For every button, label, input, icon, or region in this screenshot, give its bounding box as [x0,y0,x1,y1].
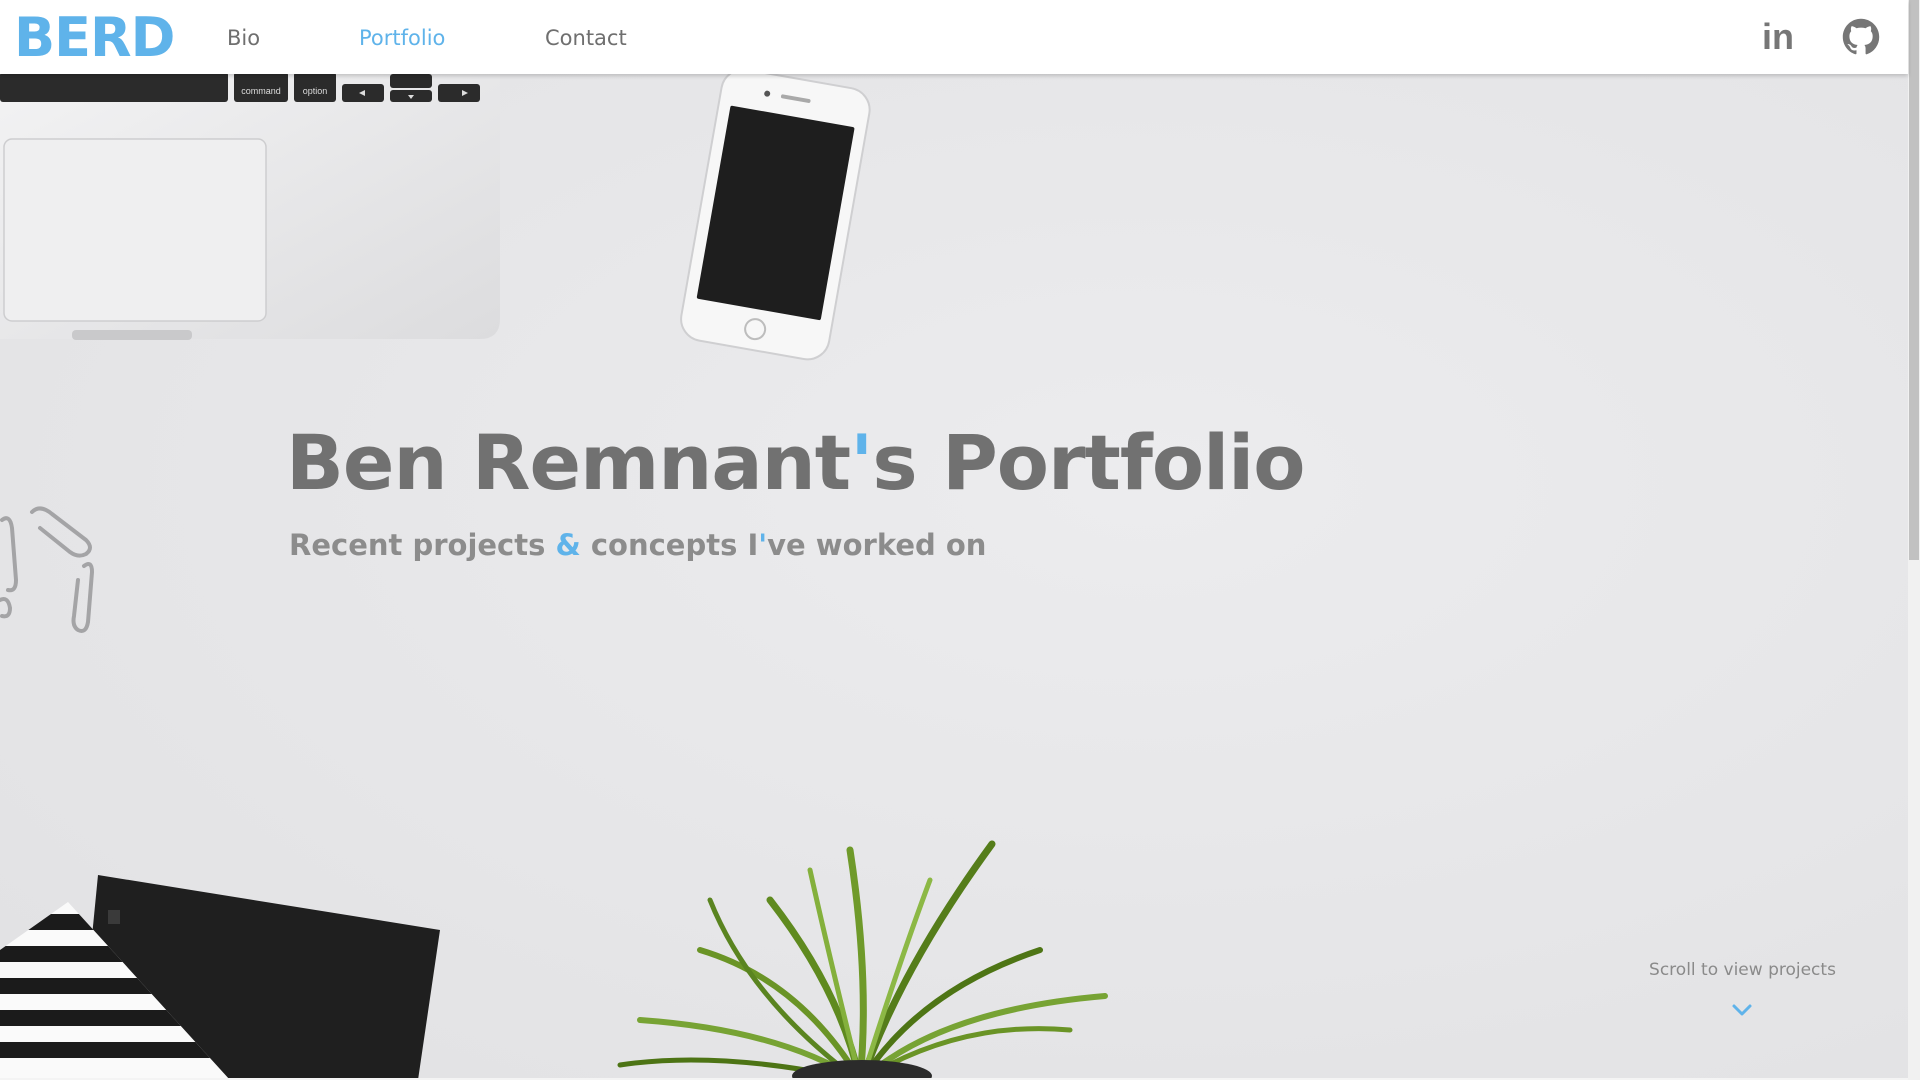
laptop-image: command option [0,64,500,340]
page-title: Ben Remnant's Portfolio [286,418,1305,507]
paper-clips-image [0,506,95,633]
hero-section: command option Ben Remnant's Portfolio R… [0,0,1908,1080]
nav-item-bio[interactable]: Bio [227,26,260,50]
page-subtitle: Recent projects & concepts I've worked o… [289,528,987,562]
linkedin-icon: in [1762,16,1794,57]
github-link[interactable] [1842,18,1880,56]
phone-image [680,68,871,361]
command-key-label: command [241,86,281,96]
scrollbar-thumb[interactable] [1909,0,1919,560]
nav-item-portfolio[interactable]: Portfolio [359,26,445,50]
github-icon [1842,18,1880,55]
chevron-down-icon[interactable] [1731,1002,1753,1018]
logo-link[interactable]: BERD [14,6,175,69]
top-navbar: BERD Bio Portfolio Contact in [0,0,1908,74]
option-key-label: option [303,86,328,96]
notebook-image [0,875,440,1080]
plant-image [617,840,1108,1080]
scroll-hint-text[interactable]: Scroll to view projects [1615,960,1870,980]
linkedin-link[interactable]: in [1762,18,1800,56]
nav-item-contact[interactable]: Contact [545,26,627,50]
